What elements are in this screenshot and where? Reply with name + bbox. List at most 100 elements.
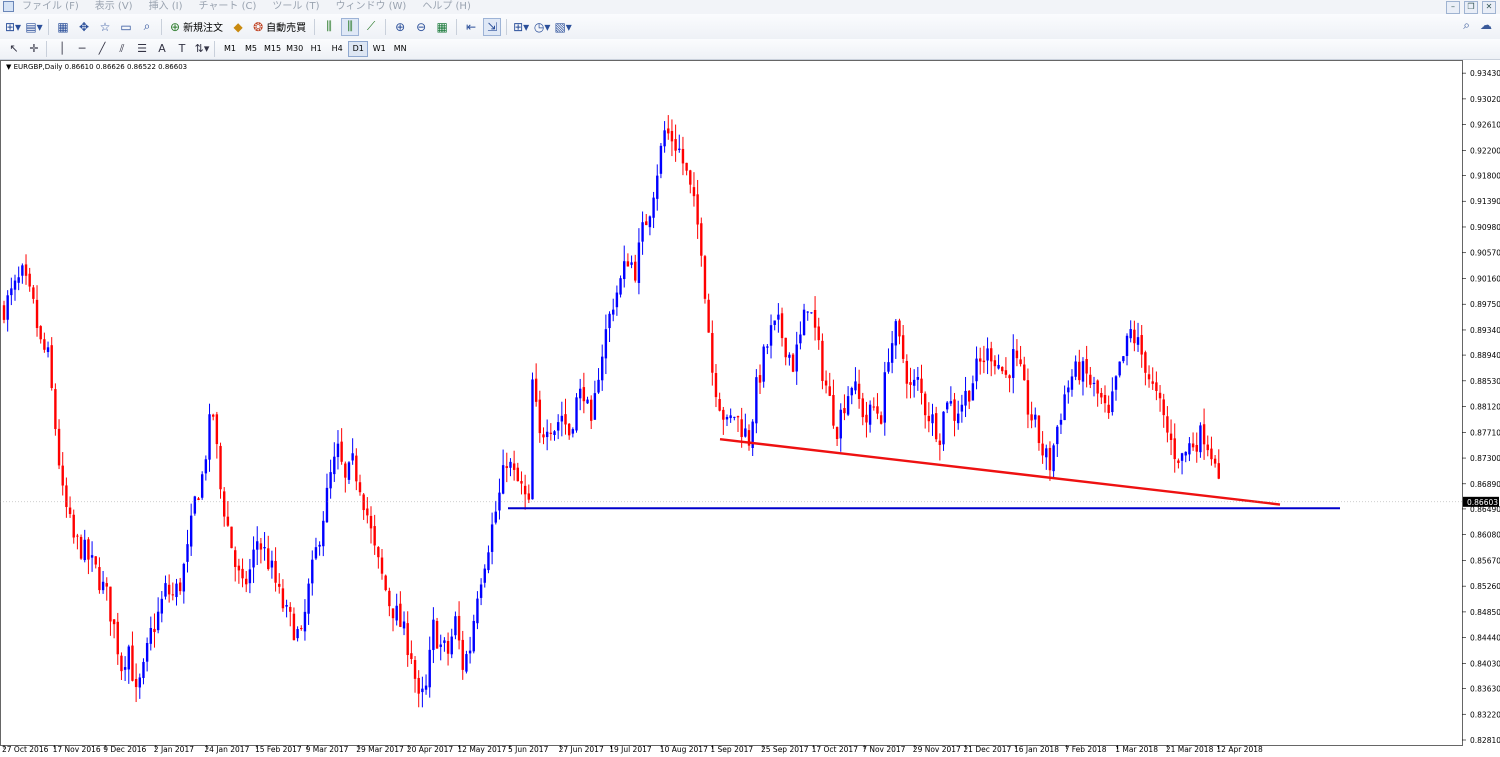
line-chart-icon[interactable]: ⟋	[362, 18, 380, 36]
candle-body	[1081, 361, 1085, 382]
menu-item[interactable]: 挿入 (I)	[149, 0, 183, 14]
close-icon[interactable]: ✕	[1482, 1, 1496, 14]
menu-item[interactable]: 表示 (V)	[95, 0, 133, 14]
candle-body	[975, 358, 978, 382]
candle-body	[626, 261, 630, 267]
equidistant-channel-icon[interactable]: ⫽	[112, 41, 132, 57]
arrows-icon[interactable]: ⇅▾	[192, 41, 212, 57]
navigator-icon[interactable]: ✥	[75, 18, 93, 36]
timeframe-m1[interactable]: M1	[220, 41, 240, 57]
candle-body	[307, 583, 310, 614]
candle-body	[90, 555, 94, 558]
chart-shift-icon[interactable]: ⇤	[462, 18, 480, 36]
menu-item[interactable]: ウィンドウ (W)	[335, 0, 406, 14]
standard-toolbar: ⊞▾ ▤▾ ▦ ✥ ☆ ▭ ⌕ ⊕ 新規注文 ◆ ❂ 自動売買 ⫼ ⫼ ⟋ ⊕ …	[0, 14, 1500, 40]
menu-item[interactable]: チャート (C)	[199, 0, 257, 14]
timeframe-h1[interactable]: H1	[306, 41, 326, 57]
templates-icon[interactable]: ▧▾	[554, 18, 572, 36]
cursor-icon[interactable]: ↖	[4, 41, 24, 57]
profiles-icon[interactable]: ▤▾	[25, 18, 43, 36]
timeframe-h4[interactable]: H4	[327, 41, 347, 57]
candle-body	[1001, 366, 1004, 372]
candle-body	[1023, 364, 1026, 381]
candle-body	[861, 398, 864, 418]
candle-body	[32, 287, 35, 299]
terminal-icon[interactable]: ▭	[117, 18, 135, 36]
auto-trading-button[interactable]: ❂ 自動売買	[250, 18, 309, 36]
timeframe-m30[interactable]: M30	[284, 41, 305, 57]
candle-body	[256, 541, 259, 550]
candle-body	[615, 292, 619, 308]
chat-icon[interactable]: ☁	[1480, 18, 1492, 33]
x-tick-label: 17 Nov 2016	[53, 745, 101, 754]
candle-body	[590, 399, 593, 421]
candle-body	[142, 661, 145, 678]
x-tick-label: 16 Jan 2018	[1014, 745, 1059, 754]
text-icon[interactable]: A	[152, 41, 172, 57]
candle-body	[197, 498, 200, 500]
tester-icon[interactable]: ⌕	[138, 18, 156, 36]
timeframe-mn[interactable]: MN	[390, 41, 410, 57]
crosshair-icon[interactable]: ✛	[24, 41, 44, 57]
candle-body	[1103, 394, 1107, 404]
y-tick-label: 0.88940	[1470, 351, 1500, 360]
restore-icon[interactable]: ❐	[1464, 1, 1478, 14]
zoom-in-icon[interactable]: ⊕	[391, 18, 409, 36]
candle-body	[905, 360, 909, 384]
tile-windows-icon[interactable]: ▦	[433, 18, 451, 36]
candle-body	[835, 427, 839, 439]
periods-icon[interactable]: ◷▾	[533, 18, 551, 36]
x-tick-label: 15 Feb 2017	[255, 745, 302, 754]
candle-body	[325, 487, 329, 523]
candle-body	[336, 443, 340, 458]
toolbar-separator	[161, 18, 162, 35]
indicators-icon[interactable]: ⊞▾	[512, 18, 530, 36]
vertical-line-icon[interactable]: │	[52, 41, 72, 57]
market-watch-icon[interactable]: ▦	[54, 18, 72, 36]
candle-body	[138, 677, 141, 688]
text-label-icon[interactable]: T	[172, 41, 192, 57]
candle-body	[6, 295, 9, 320]
candle-body	[501, 465, 505, 494]
zoom-out-icon[interactable]: ⊖	[412, 18, 430, 36]
candle-body	[1070, 376, 1074, 390]
new-chart-icon[interactable]: ⊞▾	[4, 18, 22, 36]
timeframe-d1[interactable]: D1	[348, 41, 369, 57]
candle-body	[1184, 451, 1187, 456]
chart-window[interactable]: 0.93430 0.93020 0.92610 0.92200 0.91800 0.913…	[0, 60, 1500, 757]
candle-body	[454, 616, 457, 636]
trendline-icon[interactable]: ╱	[92, 41, 112, 57]
candle-body	[1067, 387, 1070, 393]
menu-item[interactable]: ファイル (F)	[22, 0, 79, 14]
candle-body	[1210, 448, 1213, 460]
auto-scroll-icon[interactable]: ⇲	[483, 17, 502, 36]
data-window-icon[interactable]: ☆	[96, 18, 114, 36]
candle-body	[1206, 444, 1209, 451]
candle-body	[234, 550, 237, 567]
bar-chart-icon[interactable]: ⫼	[320, 18, 338, 36]
menu-item[interactable]: ツール (T)	[272, 0, 319, 14]
candle-body	[1107, 404, 1110, 413]
candle-body	[413, 660, 417, 679]
fibonacci-icon[interactable]: ☰	[132, 41, 152, 57]
candle-body	[542, 434, 545, 438]
menu-item[interactable]: ヘルプ (H)	[422, 0, 471, 14]
timeframe-w1[interactable]: W1	[369, 41, 389, 57]
candle-body	[204, 459, 208, 474]
candlestick-icon[interactable]: ⫼	[341, 17, 360, 36]
minimize-icon[interactable]: –	[1446, 1, 1460, 14]
y-tick-label: 0.87710	[1470, 428, 1500, 437]
plot-frame	[0, 60, 1463, 746]
candle-body	[278, 583, 281, 587]
new-order-button[interactable]: ⊕ 新規注文	[167, 18, 226, 36]
timeframe-m15[interactable]: M15	[262, 41, 283, 57]
candle-body	[527, 493, 531, 500]
timeframe-m5[interactable]: M5	[241, 41, 261, 57]
x-tick-label: 29 Nov 2017	[913, 745, 961, 754]
horizontal-line-icon[interactable]: ─	[72, 41, 92, 57]
metaeditor-icon[interactable]: ◆	[229, 18, 247, 36]
candle-body	[828, 386, 831, 396]
toolbar-separator	[46, 41, 47, 57]
search-icon[interactable]: ⌕	[1463, 18, 1470, 33]
candle-body	[549, 432, 553, 434]
